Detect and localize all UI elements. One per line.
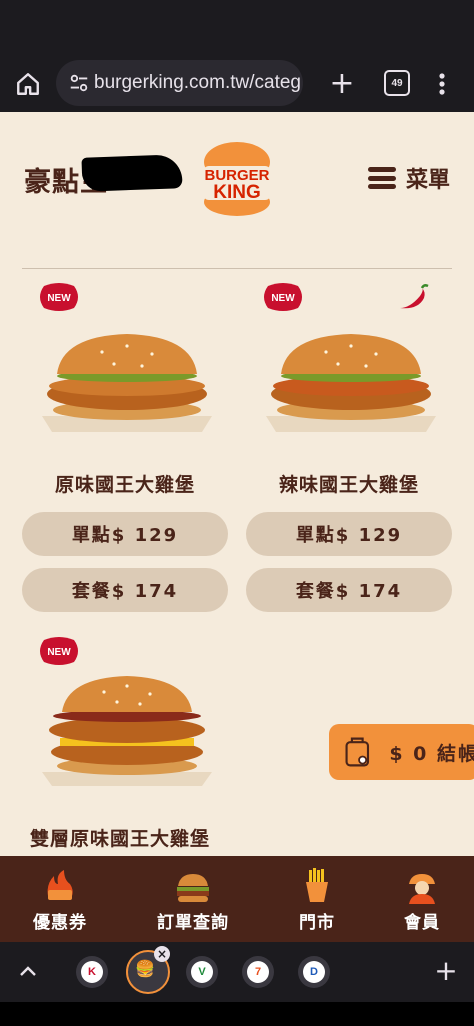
app-icon[interactable]: K: [76, 956, 108, 988]
status-bar: [0, 0, 474, 56]
new-badge-icon: NEW: [40, 283, 78, 311]
single-price-button[interactable]: 單點$ 129: [22, 512, 228, 556]
nav-label: 優惠券: [33, 913, 87, 933]
gesture-bar: [0, 1002, 474, 1026]
flame-coupon-icon: [47, 870, 73, 900]
close-icon[interactable]: ×: [154, 946, 170, 962]
checkout-button[interactable]: $ 0 結帳: [329, 724, 474, 780]
product-name[interactable]: 雙層原味國王大雞堡: [30, 824, 290, 851]
logo-text-king: KING: [213, 182, 261, 203]
svg-text:NEW: NEW: [47, 647, 71, 658]
app-icon[interactable]: D: [298, 956, 330, 988]
address-bar[interactable]: burgerking.com.tw/categ: [56, 60, 303, 106]
new-badge-icon: NEW: [264, 283, 302, 311]
home-icon[interactable]: [0, 56, 56, 112]
menu-label: 菜單: [406, 168, 451, 193]
burger-image: [266, 334, 436, 432]
burger-image: [42, 676, 212, 786]
redaction-scribble: [81, 154, 183, 192]
header-divider: [22, 268, 452, 269]
combo-price-button[interactable]: 套餐$ 174: [22, 568, 228, 612]
burger-icon: [177, 874, 209, 902]
nav-label: 門市: [299, 913, 335, 933]
nav-label: 會員: [404, 913, 440, 933]
burger-image: [42, 334, 212, 432]
app-icon[interactable]: V: [186, 956, 218, 988]
web-page: 豪點主 BURGER KING 菜單 NEW 原味國王大雞堡 單點$ 129 套…: [0, 112, 474, 856]
add-app-icon[interactable]: +: [434, 954, 458, 988]
app-icon[interactable]: 7: [242, 956, 274, 988]
checkout-label: $ 0 結帳: [389, 742, 474, 765]
url-text: burgerking.com.tw/categ: [94, 72, 301, 93]
product-name[interactable]: 原味國王大雞堡: [22, 470, 228, 497]
bottom-nav: 優惠券 訂單查詢 門市 會員: [0, 856, 474, 942]
product-name[interactable]: 辣味國王大雞堡: [246, 470, 452, 497]
new-badge-icon: NEW: [40, 637, 78, 665]
chili-pepper-icon: [400, 284, 429, 309]
new-tab-icon[interactable]: +: [322, 60, 362, 106]
app-switcher-bar: K 🍔 × V 7 D +: [0, 942, 474, 1002]
menu-button[interactable]: 菜單: [368, 162, 450, 194]
combo-price-button[interactable]: 套餐$ 174: [246, 568, 452, 612]
shopping-bag-icon: [345, 737, 370, 767]
nav-item-member[interactable]: 會員: [372, 868, 472, 933]
nav-item-stores[interactable]: 門市: [267, 868, 367, 933]
nav-label: 訂單查詢: [157, 913, 229, 933]
site-settings-icon[interactable]: [64, 72, 94, 94]
nav-item-order-lookup[interactable]: 訂單查詢: [143, 868, 243, 933]
hamburger-menu-icon: [368, 167, 396, 189]
product-card[interactable]: NEW 雙層原味國王大雞堡: [22, 634, 228, 856]
svg-text:NEW: NEW: [47, 293, 71, 304]
product-card[interactable]: NEW 辣味國王大雞堡 單點$ 129 套餐$ 174: [246, 280, 452, 620]
burger-king-logo[interactable]: BURGER KING: [201, 140, 273, 218]
more-options-icon[interactable]: [430, 64, 454, 104]
nav-item-coupons[interactable]: 優惠券: [10, 868, 110, 933]
svg-text:NEW: NEW: [271, 293, 295, 304]
product-card[interactable]: NEW 原味國王大雞堡 單點$ 129 套餐$ 174: [22, 280, 228, 620]
member-icon: [409, 874, 435, 904]
fries-icon: [306, 868, 328, 902]
tab-switcher-button[interactable]: 49: [384, 70, 410, 96]
chevron-up-icon[interactable]: [16, 960, 40, 984]
single-price-button[interactable]: 單點$ 129: [246, 512, 452, 556]
browser-toolbar: burgerking.com.tw/categ + 49: [0, 56, 474, 112]
